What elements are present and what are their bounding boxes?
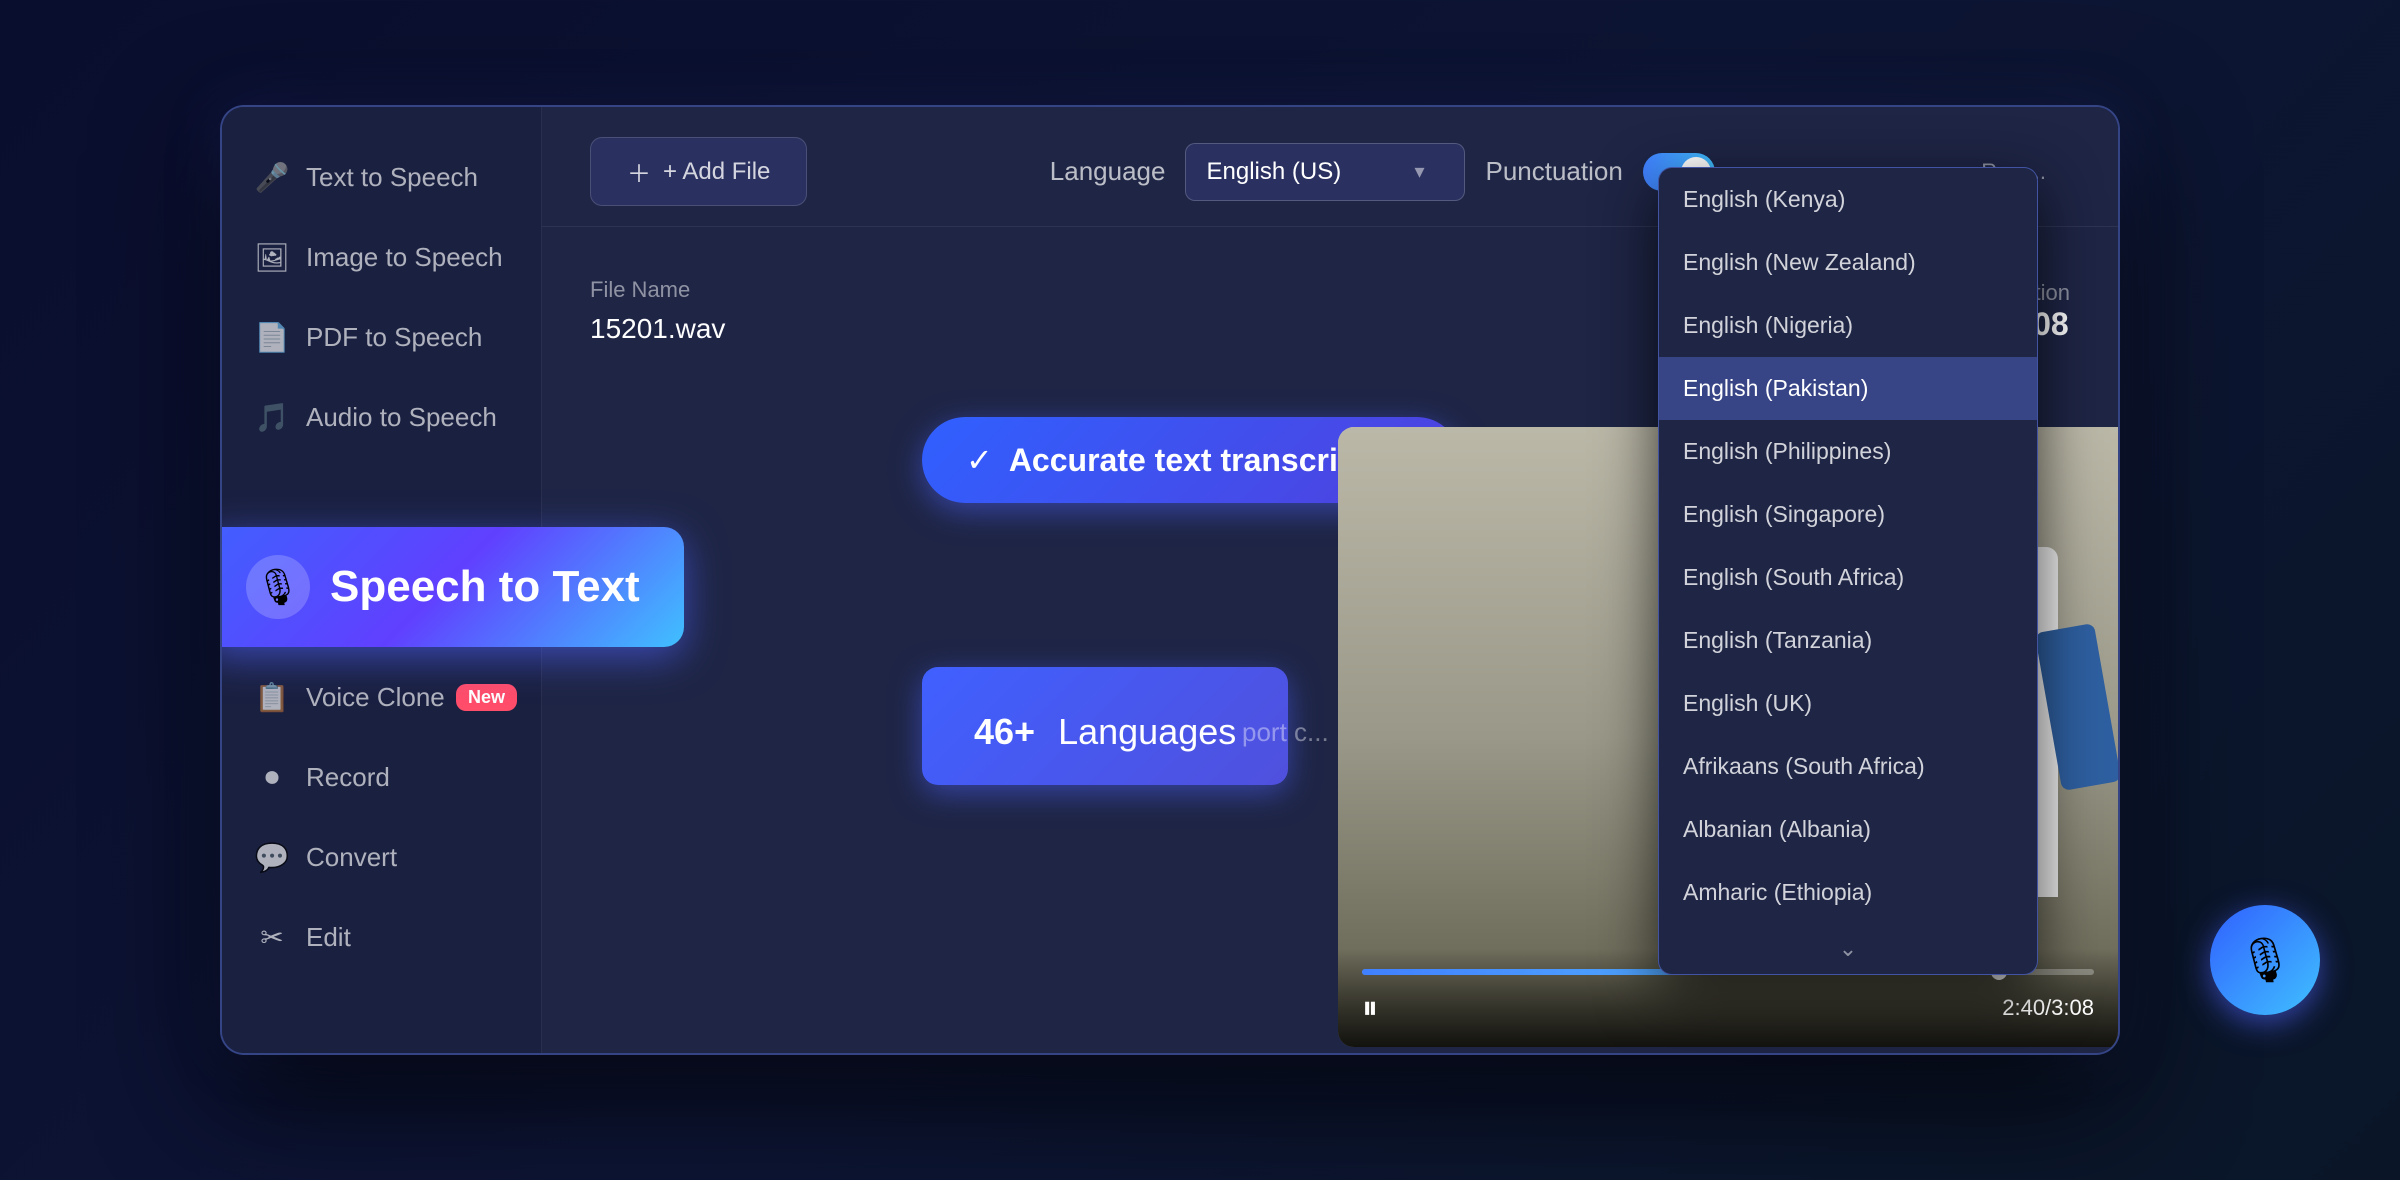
convert-icon: 💬 (254, 839, 290, 875)
dropdown-item-english-tanzania[interactable]: English (Tanzania) (1659, 609, 2037, 672)
languages-badge: 46+ Languages (922, 667, 1288, 785)
sidebar-item-edit[interactable]: ✂ Edit (222, 897, 541, 977)
language-value: English (US) (1206, 158, 1341, 186)
dropdown-item-english-pakistan[interactable]: English (Pakistan) (1659, 357, 2037, 420)
dropdown-item-english-south-africa[interactable]: English (South Africa) (1659, 546, 2037, 609)
dropdown-item-english-singapore[interactable]: English (Singapore) (1659, 483, 2037, 546)
record-icon: ⏺ (254, 759, 290, 795)
dropdown-chevron-icon[interactable]: ⌄ (1659, 924, 2037, 974)
punctuation-label: Punctuation (1485, 156, 1622, 187)
check-icon: ✓ (966, 441, 993, 479)
dropdown-item-amharic[interactable]: Amharic (Ethiopia) (1659, 861, 2037, 924)
file-name-value: 15201.wav (590, 313, 1811, 345)
dropdown-item-english-nz[interactable]: English (New Zealand) (1659, 231, 2037, 294)
pause-button[interactable]: ⏸ (1362, 989, 1378, 1027)
languages-count: 46+ Languages (974, 696, 1236, 756)
add-file-label: + Add File (663, 158, 770, 186)
language-select[interactable]: English (US) ▾ (1185, 143, 1465, 201)
scene-wrapper: 🎤 Text to Speech 🖼 Image to Speech 📄 PDF… (100, 65, 2300, 1115)
file-name-label: File Name (590, 277, 1811, 303)
file-details: File Name 15201.wav (590, 277, 1811, 345)
export-text: port c... (1242, 717, 1329, 748)
sidebar-label-edit: Edit (306, 922, 351, 953)
app-window: 🎤 Text to Speech 🖼 Image to Speech 📄 PDF… (220, 105, 2120, 1055)
dropdown-item-english-nigeria[interactable]: English (Nigeria) (1659, 294, 2037, 357)
sidebar-label-text-to-speech: Text to Speech (306, 162, 478, 193)
stt-app-badge: 🎙 (2210, 905, 2320, 1015)
dropdown-item-english-philippines[interactable]: English (Philippines) (1659, 420, 2037, 483)
add-file-icon: ＋ (627, 154, 651, 189)
new-badge: New (456, 684, 517, 711)
stt-highlight-label: Speech to Text (330, 562, 640, 612)
add-file-button[interactable]: ＋ + Add File (590, 137, 807, 206)
audio-icon: 🎵 (254, 399, 290, 435)
sidebar-item-record[interactable]: ⏺ Record (222, 737, 541, 817)
sidebar-label-image-to-speech: Image to Speech (306, 242, 503, 273)
language-label: Language (1050, 156, 1166, 187)
main-content: ＋ + Add File Language English (US) ▾ Pun… (542, 107, 2118, 1053)
sidebar-label-voice-clone: Voice Clone (306, 682, 445, 713)
sidebar-item-audio-to-speech[interactable]: 🎵 Audio to Speech (222, 377, 541, 457)
sidebar-item-image-to-speech[interactable]: 🖼 Image to Speech (222, 217, 541, 297)
sidebar-item-pdf-to-speech[interactable]: 📄 PDF to Speech (222, 297, 541, 377)
language-dropdown: English (Kenya) English (New Zealand) En… (1658, 167, 2038, 975)
sidebar-item-convert[interactable]: 💬 Convert (222, 817, 541, 897)
speech-to-text-highlight[interactable]: 🎙 Speech to Text (220, 527, 684, 647)
controls-row: ⏸ 2:40/3:08 (1362, 989, 2094, 1027)
mic-icon: 🎤 (254, 159, 290, 195)
edit-icon: ✂ (254, 919, 290, 955)
sidebar-item-voice-clone[interactable]: 📋 Voice Clone New (222, 657, 541, 737)
dropdown-item-afrikaans[interactable]: Afrikaans (South Africa) (1659, 735, 2037, 798)
pdf-icon: 📄 (254, 319, 290, 355)
voice-clone-icon: 📋 (254, 679, 290, 715)
sidebar-label-pdf-to-speech: PDF to Speech (306, 322, 482, 353)
chevron-down-icon: ▾ (1414, 159, 1424, 184)
stt-highlight-icon: 🎙 (246, 555, 310, 619)
dropdown-item-english-uk[interactable]: English (UK) (1659, 672, 2037, 735)
sidebar-label-audio-to-speech: Audio to Speech (306, 402, 497, 433)
dropdown-item-english-kenya[interactable]: English (Kenya) (1659, 168, 2037, 231)
sidebar-label-convert: Convert (306, 842, 397, 873)
image-icon: 🖼 (254, 239, 290, 275)
dropdown-item-albanian[interactable]: Albanian (Albania) (1659, 798, 2037, 861)
sidebar-item-text-to-speech[interactable]: 🎤 Text to Speech (222, 137, 541, 217)
time-display: 2:40/3:08 (2002, 995, 2094, 1021)
languages-label: Languages (1058, 711, 1236, 752)
sidebar-label-record: Record (306, 762, 390, 793)
